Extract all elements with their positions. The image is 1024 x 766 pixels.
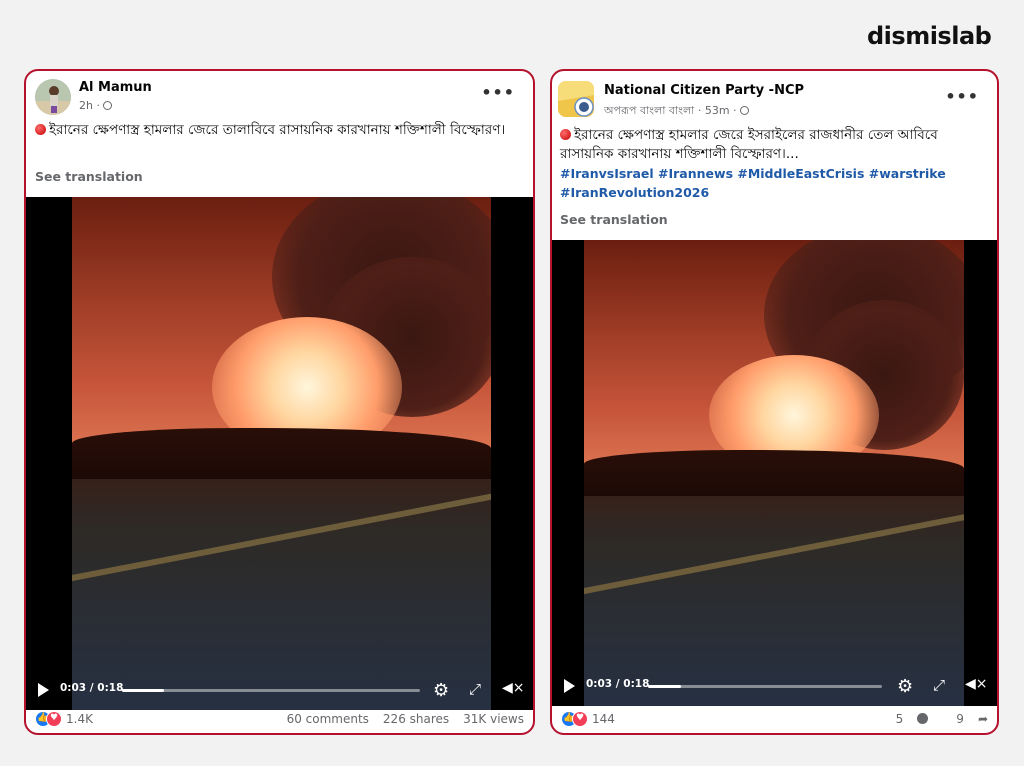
post-stats: 5 9 ➦ <box>868 712 988 726</box>
reactions[interactable]: 👍♥ 144 <box>561 711 615 727</box>
avatar[interactable] <box>35 79 71 115</box>
video-progress-fill <box>648 685 681 688</box>
share-icon: ➦ <box>977 712 988 726</box>
video-frame <box>584 240 964 706</box>
see-translation-link[interactable]: See translation <box>35 169 143 184</box>
play-icon[interactable] <box>564 679 575 693</box>
post-footer: 👍♥ 144 5 9 ➦ <box>552 706 997 733</box>
video-time: 0:03 / 0:18 <box>60 682 124 694</box>
comments-count[interactable]: 60 comments <box>287 712 369 726</box>
gear-icon[interactable]: ⚙ <box>897 676 913 697</box>
post-time: 2h · <box>79 99 100 112</box>
post-body: ইরানের ক্ষেপণাস্ত্র হামলার জেরে ইসরাইলের… <box>560 127 938 162</box>
globe-icon <box>102 101 112 110</box>
video-player[interactable]: 0:03 / 0:18 ⚙ ⤢ ◀× <box>26 197 533 710</box>
comments-count[interactable]: 5 <box>882 712 929 726</box>
globe-icon <box>739 106 749 115</box>
red-circle-icon <box>560 129 571 140</box>
volume-muted-icon[interactable]: ◀× <box>502 680 525 696</box>
author-name[interactable]: National Citizen Party -NCP <box>604 83 804 98</box>
video-frame <box>72 197 491 710</box>
post-hashtags[interactable]: #IranvsIsrael #Irannews #MiddleEastCrisi… <box>560 164 990 202</box>
post-card-al-mamun: Al Mamun 2h · ••• ইরানের ক্ষেপণাস্ত্র হা… <box>24 69 535 735</box>
video-player[interactable]: 0:03 / 0:18 ⚙ ⤢ ◀× <box>552 240 997 706</box>
video-controls: 0:03 / 0:18 ⚙ ⤢ ◀× <box>552 666 997 706</box>
more-options-icon[interactable]: ••• <box>481 83 515 102</box>
post-text: ইরানের ক্ষেপণাস্ত্র হামলার জেরে ইসরাইলের… <box>560 126 990 202</box>
post-card-ncp: National Citizen Party -NCP অপরূপ বাংলা … <box>550 69 999 735</box>
dismislab-logo: dismislab <box>867 22 992 50</box>
expand-icon[interactable]: ⤢ <box>469 680 481 698</box>
avatar[interactable] <box>558 81 594 117</box>
video-progress-bar[interactable] <box>122 689 420 692</box>
volume-muted-icon[interactable]: ◀× <box>965 676 988 692</box>
post-meta: 2h · <box>79 99 112 112</box>
post-header: National Citizen Party -NCP অপরূপ বাংলা … <box>552 71 997 121</box>
reaction-count: 144 <box>592 712 615 726</box>
post-body: ইরানের ক্ষেপণাস্ত্র হামলার জেরে তালাবিবে… <box>49 122 506 138</box>
post-text: ইরানের ক্ষেপণাস্ত্র হামলার জেরে তালাবিবে… <box>35 121 515 140</box>
love-reaction-icon: ♥ <box>46 711 62 727</box>
reaction-count: 1.4K <box>66 712 93 726</box>
more-options-icon[interactable]: ••• <box>945 87 979 106</box>
author-name[interactable]: Al Mamun <box>79 80 152 95</box>
shares-count[interactable]: 9 ➦ <box>942 712 988 726</box>
red-circle-icon <box>35 124 46 135</box>
play-icon[interactable] <box>38 683 49 697</box>
post-time: অপরূপ বাংলা বাংলা · 53m · <box>604 104 737 117</box>
reactions[interactable]: 👍♥ 1.4K <box>35 711 93 727</box>
expand-icon[interactable]: ⤢ <box>933 676 945 694</box>
post-stats: 60 comments 226 shares 31K views <box>273 712 524 726</box>
post-header: Al Mamun 2h · ••• <box>26 71 533 121</box>
views-count: 31K views <box>463 712 524 726</box>
shares-count[interactable]: 226 shares <box>383 712 449 726</box>
gear-icon[interactable]: ⚙ <box>433 680 449 701</box>
see-translation-link[interactable]: See translation <box>560 212 668 227</box>
post-meta: অপরূপ বাংলা বাংলা · 53m · <box>604 102 749 121</box>
comment-icon <box>917 713 929 724</box>
post-footer: 👍♥ 1.4K 60 comments 226 shares 31K views <box>26 706 533 733</box>
video-controls: 0:03 / 0:18 ⚙ ⤢ ◀× <box>26 670 533 710</box>
video-time: 0:03 / 0:18 <box>586 678 650 690</box>
video-progress-fill <box>122 689 164 692</box>
love-reaction-icon: ♥ <box>572 711 588 727</box>
video-progress-bar[interactable] <box>648 685 882 688</box>
